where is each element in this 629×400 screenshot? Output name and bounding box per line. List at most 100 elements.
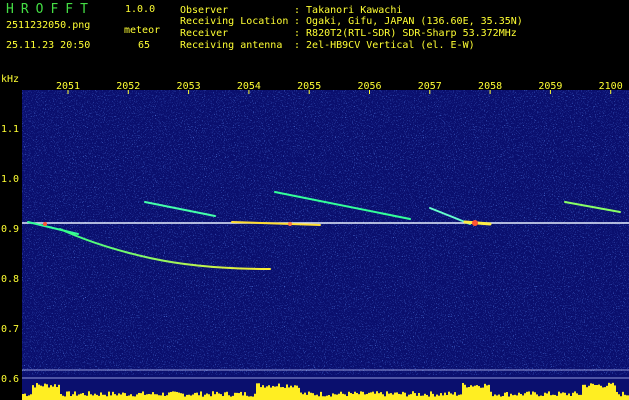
level-bar	[604, 387, 606, 400]
level-bar	[134, 396, 136, 400]
level-bar	[374, 393, 376, 400]
level-bar	[136, 394, 138, 400]
level-bar	[58, 384, 60, 400]
level-bar	[410, 394, 412, 400]
level-bar	[358, 394, 360, 400]
level-bar	[586, 387, 588, 400]
level-bar	[476, 385, 478, 400]
meteor-count: 65	[138, 40, 151, 51]
level-bar	[440, 393, 442, 400]
level-bar	[380, 392, 382, 400]
antenna-key: Receiving antenna	[180, 40, 283, 51]
level-bar	[224, 392, 226, 400]
level-bar	[210, 396, 212, 400]
level-bar	[114, 394, 116, 400]
level-bar	[480, 387, 482, 400]
header-panel: HROFFT 1.0.0 2511232050.png 25.11.23 20:…	[0, 0, 629, 72]
level-bar	[360, 391, 362, 400]
receiver-key: Receiver	[180, 28, 229, 39]
level-bar	[156, 394, 158, 400]
level-bar	[322, 396, 324, 400]
level-bar	[106, 396, 108, 400]
level-bar	[572, 392, 574, 400]
level-bar	[94, 393, 96, 400]
level-bar	[242, 395, 244, 400]
level-bar	[248, 396, 250, 400]
level-bar	[56, 387, 58, 400]
level-bar	[200, 391, 202, 400]
observer-key: Observer	[180, 5, 229, 16]
level-bar	[80, 393, 82, 400]
level-bar	[28, 395, 30, 400]
level-bar	[132, 396, 134, 400]
level-bar	[364, 394, 366, 400]
level-bar	[554, 394, 556, 400]
level-bar	[434, 396, 436, 400]
level-bar	[24, 393, 26, 400]
level-bar	[192, 394, 194, 400]
level-bar	[578, 394, 580, 400]
level-bar	[262, 385, 264, 400]
level-bar	[98, 395, 100, 400]
level-bar	[206, 393, 208, 400]
level-bar	[112, 391, 114, 400]
level-bar	[626, 395, 628, 400]
level-bar	[612, 382, 614, 400]
level-bar	[128, 395, 130, 400]
level-bar	[70, 396, 72, 400]
level-bar	[142, 391, 144, 400]
level-bar	[220, 394, 222, 400]
level-bar	[68, 391, 70, 400]
level-bar	[424, 393, 426, 400]
level-bar	[254, 393, 256, 400]
level-bar	[564, 392, 566, 400]
level-bar	[462, 382, 464, 400]
level-bar	[530, 394, 532, 400]
level-bar	[290, 385, 292, 400]
meteor-head	[288, 222, 292, 226]
level-bar	[102, 394, 104, 400]
level-bar	[298, 387, 300, 400]
level-bar	[204, 394, 206, 400]
level-bar	[544, 392, 546, 400]
level-bar	[570, 395, 572, 400]
level-bar	[318, 396, 320, 400]
level-bar	[468, 387, 470, 400]
level-bar	[366, 393, 368, 400]
level-bar	[312, 393, 314, 400]
level-bar	[266, 386, 268, 400]
level-bar	[172, 391, 174, 400]
level-bar	[370, 392, 372, 400]
level-bar	[42, 386, 44, 400]
level-bar	[394, 392, 396, 400]
level-bar	[166, 395, 168, 400]
level-bar	[488, 384, 490, 400]
level-bar	[520, 393, 522, 400]
level-bar	[484, 383, 486, 400]
level-bar	[402, 391, 404, 400]
level-bar	[624, 394, 626, 400]
level-bar	[198, 395, 200, 400]
level-bar	[542, 395, 544, 400]
level-bar	[140, 393, 142, 400]
level-bar	[76, 395, 78, 400]
level-bar	[536, 394, 538, 400]
level-bar	[130, 394, 132, 400]
meteor-label: meteor	[124, 25, 161, 36]
level-bar	[442, 395, 444, 400]
level-bar	[176, 391, 178, 400]
level-bar	[594, 384, 596, 400]
level-bar	[404, 392, 406, 400]
level-bar	[304, 392, 306, 400]
level-bar	[346, 396, 348, 400]
file-name: 2511232050.png	[6, 20, 91, 31]
level-bar	[502, 396, 504, 400]
level-bar	[270, 387, 272, 400]
level-bar	[382, 394, 384, 400]
level-bar	[138, 392, 140, 400]
level-bar	[482, 387, 484, 400]
level-bar	[124, 393, 126, 400]
level-bar	[126, 395, 128, 400]
level-bar	[590, 383, 592, 400]
level-bar	[518, 392, 520, 400]
